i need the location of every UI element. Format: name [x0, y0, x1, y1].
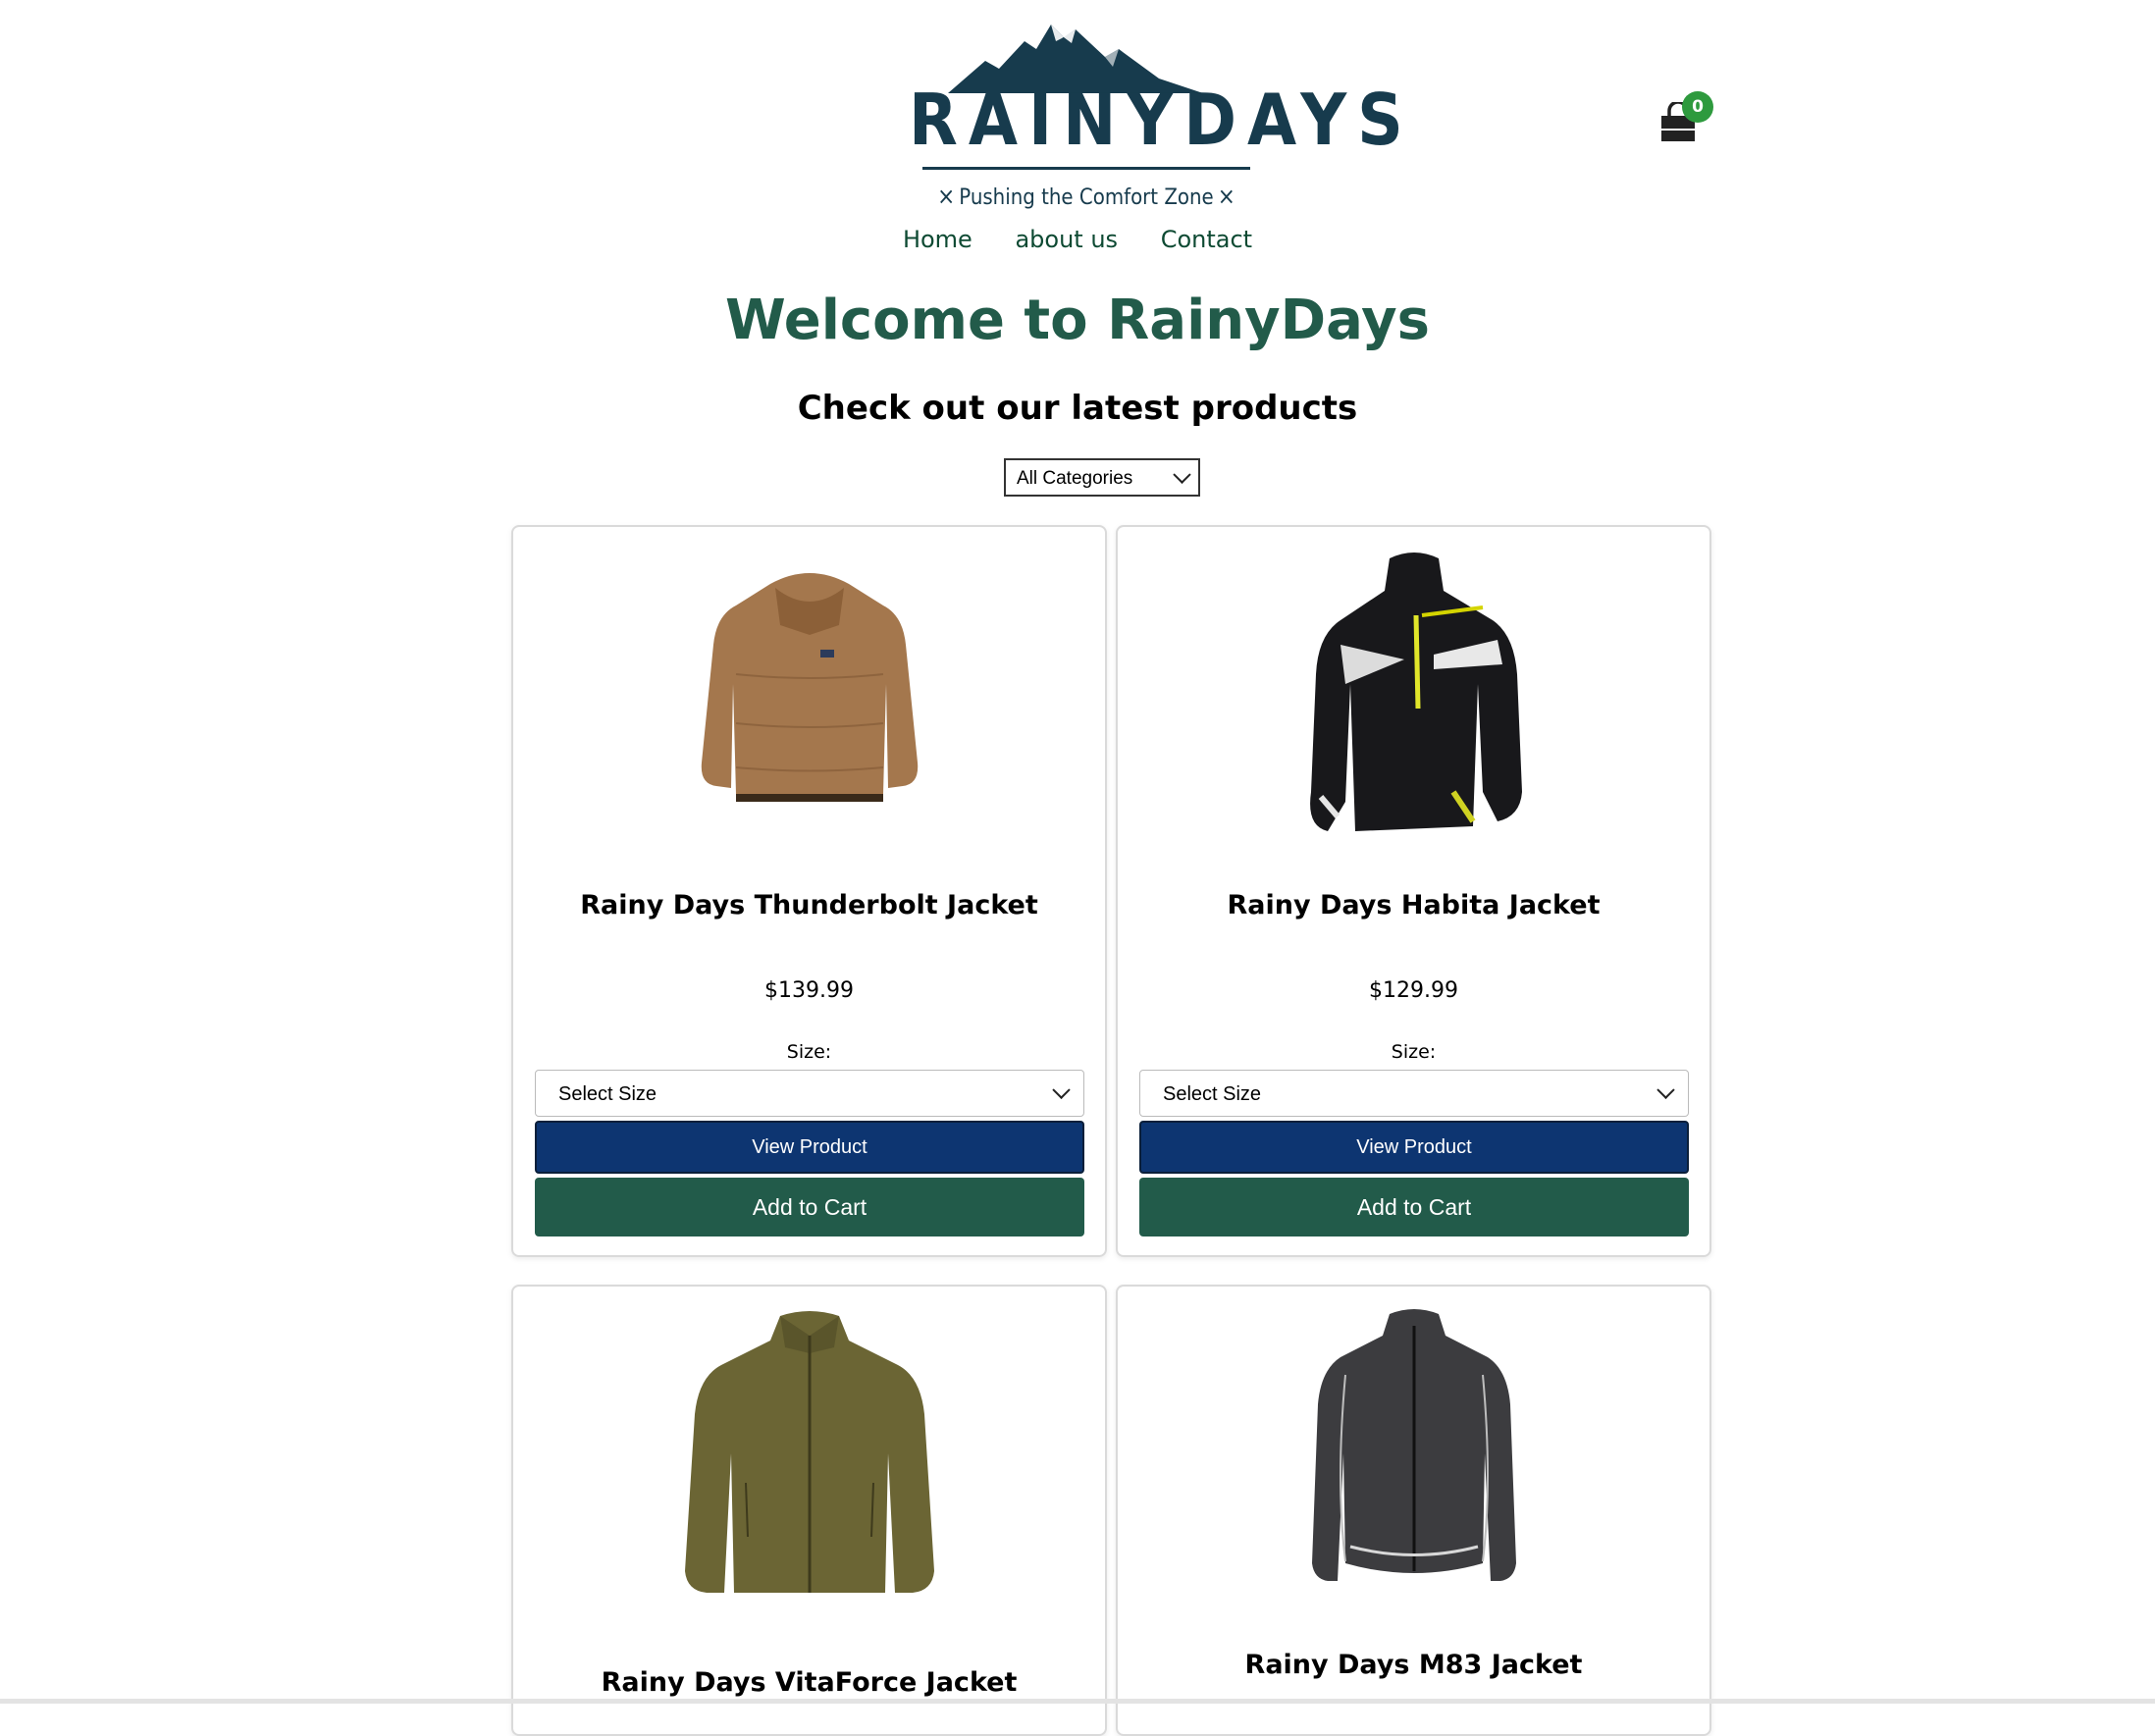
add-to-cart-button[interactable]: Add to Cart: [535, 1178, 1084, 1236]
nav-link-about[interactable]: about us: [1015, 226, 1118, 253]
gray-shell-jacket-icon: [1311, 1309, 1516, 1581]
x-mark-icon: ×: [1217, 183, 1235, 210]
size-select-value: Select Size: [558, 1083, 657, 1105]
site-header: RAINYDAYS × Pushing the Comfort Zone × Hom…: [0, 0, 2155, 265]
logo-tagline: × Pushing the Comfort Zone ×: [909, 183, 1264, 210]
product-price: $139.99: [764, 978, 854, 1003]
size-label: Size:: [1391, 1041, 1437, 1063]
tagline-text: Pushing the Comfort Zone: [959, 185, 1214, 210]
section-subtitle: Check out our latest products: [797, 389, 1358, 428]
page-title: Welcome to RainyDays: [724, 289, 1431, 352]
nav-link-contact[interactable]: Contact: [1161, 226, 1252, 253]
size-select[interactable]: Select Size: [1139, 1070, 1689, 1117]
product-image[interactable]: [513, 527, 1105, 841]
product-title[interactable]: Rainy Days Habita Jacket: [1118, 890, 1709, 921]
logo-wordmark: RAINYDAYS: [909, 79, 1414, 161]
size-label: Size:: [786, 1041, 832, 1063]
category-select-value: All Categories: [1017, 468, 1133, 489]
view-product-button[interactable]: View Product: [1139, 1121, 1689, 1174]
product-card: Rainy Days M83 Jacket: [1116, 1285, 1711, 1736]
main-nav: Home about us Contact: [0, 226, 2155, 253]
size-select[interactable]: Select Size: [535, 1070, 1084, 1117]
product-card: Rainy Days Thunderbolt Jacket $139.99 Si…: [511, 525, 1107, 1257]
cart-count-badge: 0: [1682, 91, 1713, 123]
chevron-down-icon: [1656, 1080, 1675, 1099]
category-select[interactable]: All Categories: [1004, 458, 1200, 497]
x-mark-icon: ×: [937, 183, 956, 210]
product-title[interactable]: Rainy Days Thunderbolt Jacket: [513, 890, 1105, 921]
product-image[interactable]: [513, 1287, 1105, 1601]
product-title[interactable]: Rainy Days VitaForce Jacket: [513, 1667, 1105, 1698]
logo-divider: [922, 167, 1250, 170]
brown-fleece-jacket-icon: [701, 573, 918, 802]
viewport-edge: [0, 1699, 2155, 1704]
product-image[interactable]: [1118, 1287, 1709, 1601]
product-card: Rainy Days Habita Jacket $129.99 Size: S…: [1116, 525, 1711, 1257]
size-select-value: Select Size: [1163, 1083, 1262, 1105]
black-moto-jacket-icon: [1309, 552, 1522, 831]
add-to-cart-button[interactable]: Add to Cart: [1139, 1178, 1689, 1236]
product-title[interactable]: Rainy Days M83 Jacket: [1118, 1650, 1709, 1680]
olive-zip-jacket-icon: [684, 1311, 934, 1593]
rainydays-logo[interactable]: RAINYDAYS × Pushing the Comfort Zone ×: [909, 20, 1414, 216]
product-card: Rainy Days VitaForce Jacket: [511, 1285, 1107, 1736]
nav-link-home[interactable]: Home: [903, 226, 972, 253]
chevron-down-icon: [1052, 1080, 1071, 1099]
view-product-button[interactable]: View Product: [535, 1121, 1084, 1174]
product-price: $129.99: [1369, 978, 1458, 1003]
product-image[interactable]: [1118, 527, 1709, 841]
chevron-down-icon: [1173, 465, 1191, 484]
